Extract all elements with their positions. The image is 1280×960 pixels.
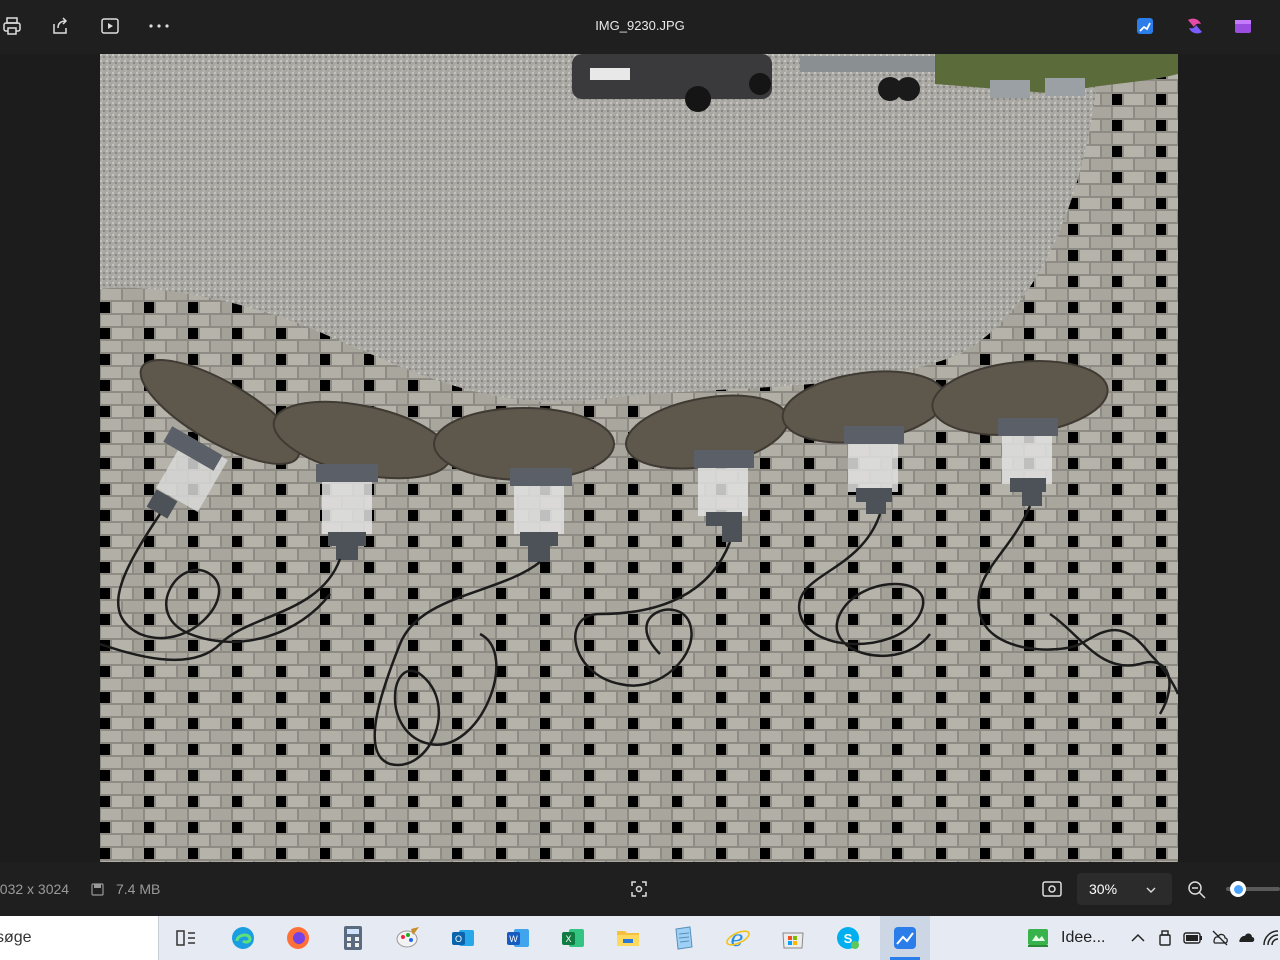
calculator-icon[interactable] bbox=[337, 922, 369, 954]
paint-icon[interactable] bbox=[392, 922, 424, 954]
usb-device-icon[interactable] bbox=[1157, 929, 1173, 952]
share-icon[interactable] bbox=[46, 12, 74, 40]
image-viewer bbox=[0, 54, 1280, 862]
news-widget-icon[interactable] bbox=[1022, 922, 1054, 954]
news-widget-label[interactable]: Idee... bbox=[1061, 929, 1105, 947]
search-text: søge bbox=[0, 929, 32, 946]
image-dimensions: 3032 x 3024 bbox=[0, 881, 70, 897]
outlook-icon[interactable]: O bbox=[447, 922, 479, 954]
actual-size-icon[interactable] bbox=[1042, 880, 1062, 903]
fit-to-screen-icon[interactable] bbox=[630, 880, 648, 903]
clipchamp-icon[interactable] bbox=[1229, 12, 1257, 40]
zoom-value: 30% bbox=[1089, 881, 1118, 897]
word-icon[interactable]: W bbox=[502, 922, 534, 954]
copilot-icon[interactable] bbox=[1181, 12, 1209, 40]
photo-illustration bbox=[100, 54, 1178, 862]
svg-text:X: X bbox=[565, 934, 571, 944]
edge-icon[interactable] bbox=[227, 922, 259, 954]
skype-icon[interactable]: S bbox=[832, 922, 864, 954]
svg-text:O: O bbox=[455, 934, 462, 944]
zoom-select[interactable]: 30% bbox=[1077, 873, 1172, 905]
print-icon[interactable] bbox=[0, 12, 26, 40]
svg-text:W: W bbox=[509, 934, 518, 944]
save-icon bbox=[91, 883, 104, 901]
notepad-icon[interactable] bbox=[667, 922, 699, 954]
battery-icon[interactable] bbox=[1183, 931, 1203, 950]
task-view-icon[interactable] bbox=[170, 922, 202, 954]
title-bar: IMG_9230.JPG bbox=[0, 0, 1280, 54]
firefox-icon[interactable] bbox=[282, 922, 314, 954]
svg-text:e: e bbox=[730, 927, 743, 951]
chevron-down-icon bbox=[1145, 883, 1157, 901]
excel-icon[interactable]: X bbox=[557, 922, 589, 954]
file-explorer-icon[interactable] bbox=[612, 922, 644, 954]
zoom-out-icon[interactable] bbox=[1187, 880, 1207, 905]
edit-icon[interactable] bbox=[1131, 12, 1159, 40]
zoom-slider-thumb[interactable] bbox=[1230, 881, 1246, 897]
internet-explorer-icon[interactable]: e bbox=[722, 922, 754, 954]
taskbar: søge O W X e S Idee... bbox=[0, 916, 1280, 960]
store-icon[interactable] bbox=[777, 922, 809, 954]
onedrive-icon[interactable] bbox=[1236, 930, 1256, 949]
more-icon[interactable] bbox=[145, 12, 173, 40]
wifi-icon[interactable] bbox=[1262, 929, 1280, 952]
file-size: 7.4 MB bbox=[116, 881, 161, 897]
chevron-up-icon[interactable] bbox=[1130, 931, 1146, 949]
photo[interactable] bbox=[100, 54, 1178, 862]
slideshow-icon[interactable] bbox=[96, 12, 124, 40]
search-box[interactable]: søge bbox=[0, 916, 159, 960]
photos-icon[interactable] bbox=[880, 916, 930, 960]
cloud-offline-icon[interactable] bbox=[1210, 929, 1230, 952]
file-title: IMG_9230.JPG bbox=[595, 18, 685, 33]
